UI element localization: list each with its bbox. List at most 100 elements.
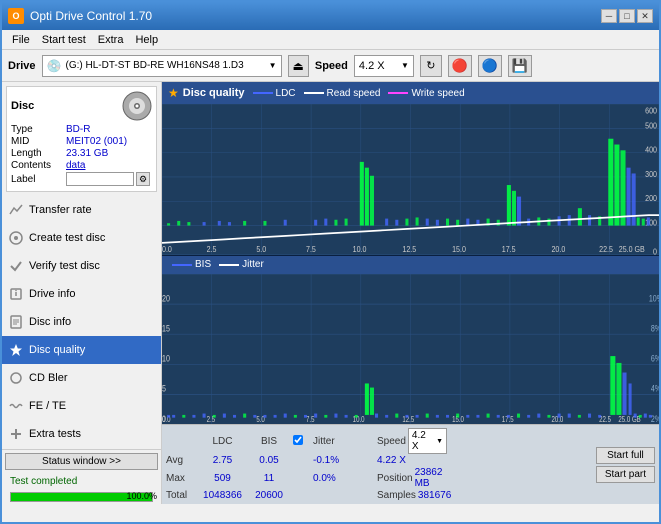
content-header: ★ Disc quality LDC Read speed Write spee… <box>162 82 659 104</box>
svg-text:25.0 GB: 25.0 GB <box>619 245 645 255</box>
fe-te-icon <box>8 398 24 414</box>
svg-text:200: 200 <box>645 194 657 204</box>
disc-info-icon <box>8 314 24 330</box>
nav-items: Transfer rate Create test disc Verify te… <box>2 196 161 449</box>
length-value: 23.31 GB <box>66 148 108 159</box>
create-test-disc-icon <box>8 230 24 246</box>
sidebar-item-disc-info[interactable]: Disc info <box>2 308 161 336</box>
sidebar-item-drive-info[interactable]: Drive info <box>2 280 161 308</box>
svg-text:12.5: 12.5 <box>402 245 416 255</box>
ldc-legend-label: LDC <box>276 88 296 99</box>
bis-jitter-header: BIS Jitter <box>162 256 659 274</box>
read-speed-legend-color <box>304 92 324 94</box>
menu-extra[interactable]: Extra <box>92 33 130 47</box>
svg-text:5: 5 <box>162 382 166 393</box>
eject-button[interactable]: ⏏ <box>288 55 309 77</box>
start-full-button[interactable]: Start full <box>596 447 655 464</box>
extra-tests-label: Extra tests <box>29 428 81 440</box>
max-bis: 11 <box>249 473 289 484</box>
samples-value: 381676 <box>418 490 451 501</box>
speed-select[interactable]: 4.2 X ▼ <box>354 55 414 77</box>
maximize-button[interactable]: □ <box>619 9 635 23</box>
samples-area: Samples 381676 <box>377 490 447 501</box>
menu-file[interactable]: File <box>6 33 36 47</box>
avg-label: Avg <box>166 455 196 466</box>
bis-header: BIS <box>249 436 289 447</box>
checkbox-jitter[interactable] <box>293 435 309 448</box>
bis-legend-color <box>172 264 192 266</box>
speed-area: Speed 4.2 X ▼ <box>377 428 447 454</box>
menu-start-test[interactable]: Start test <box>36 33 92 47</box>
ldc-legend-color <box>253 92 273 94</box>
title-bar: O Opti Drive Control 1.70 ─ □ ✕ <box>2 2 659 30</box>
sidebar-item-verify-test-disc[interactable]: Verify test disc <box>2 252 161 280</box>
svg-text:10.0: 10.0 <box>353 413 365 423</box>
svg-text:20.0: 20.0 <box>551 413 563 423</box>
bis-chart-svg: 0 5 10 15 20 2% 4% 6% 8% 10% 0.0 2.5 5.0… <box>162 274 659 425</box>
svg-text:500: 500 <box>645 121 657 131</box>
type-value: BD-R <box>66 124 90 135</box>
max-label: Max <box>166 473 196 484</box>
ldc-header: LDC <box>200 436 245 447</box>
speed-stat-select[interactable]: 4.2 X ▼ <box>408 428 447 454</box>
label-input[interactable] <box>66 172 134 186</box>
disc-info-label: Disc info <box>29 316 71 328</box>
disc-panel-title: Disc <box>11 100 34 112</box>
content-title: Disc quality <box>183 87 245 99</box>
svg-text:20: 20 <box>162 292 170 303</box>
action-btn-1[interactable]: 🔴 <box>448 55 472 77</box>
svg-text:15: 15 <box>162 322 170 333</box>
speed-refresh-button[interactable]: ↻ <box>420 55 442 77</box>
disc-quality-header-icon: ★ <box>168 86 179 100</box>
disc-quality-label: Disc quality <box>29 344 85 356</box>
action-btn-2[interactable]: 🔵 <box>478 55 502 77</box>
svg-text:6%: 6% <box>651 352 659 363</box>
minimize-button[interactable]: ─ <box>601 9 617 23</box>
sidebar-item-transfer-rate[interactable]: Transfer rate <box>2 196 161 224</box>
jitter-header: Jitter <box>313 436 373 447</box>
contents-label: Contents <box>11 160 66 171</box>
svg-text:20.0: 20.0 <box>551 245 565 255</box>
max-jitter: 0.0% <box>313 473 373 484</box>
total-ldc: 1048366 <box>200 490 245 501</box>
mid-label: MID <box>11 136 66 147</box>
ldc-chart: 0 100 200 300 400 500 600 2X 4X 6X 8X 10… <box>162 104 659 256</box>
speed-dropdown-arrow: ▼ <box>436 438 443 445</box>
save-button[interactable]: 💾 <box>508 55 532 77</box>
drive-bar: Drive 💿 (G:) HL-DT-ST BD-RE WH16NS48 1.D… <box>2 50 659 82</box>
menu-help[interactable]: Help <box>129 33 164 47</box>
position-value: 23862 MB <box>415 467 447 489</box>
sidebar-item-cd-bler[interactable]: CD Bler <box>2 364 161 392</box>
app-title: Opti Drive Control 1.70 <box>30 9 152 23</box>
read-speed-legend-label: Read speed <box>327 88 381 99</box>
svg-text:2%: 2% <box>651 412 659 423</box>
label-edit-button[interactable]: ⚙ <box>136 172 150 186</box>
start-part-button[interactable]: Start part <box>596 466 655 483</box>
sidebar-item-disc-quality[interactable]: Disc quality <box>2 336 161 364</box>
stats-bottom: LDC BIS Jitter Speed 4.2 X ▼ Avg <box>162 424 659 504</box>
extra-tests-icon <box>8 426 24 442</box>
svg-text:0.0: 0.0 <box>162 245 172 255</box>
app-icon: O <box>8 8 24 24</box>
sidebar-item-extra-tests[interactable]: Extra tests <box>2 420 161 448</box>
svg-text:400: 400 <box>645 145 657 155</box>
svg-text:0: 0 <box>653 247 657 254</box>
sidebar-item-fe-te[interactable]: FE / TE <box>2 392 161 420</box>
avg-ldc: 2.75 <box>200 455 245 466</box>
sidebar-item-create-test-disc[interactable]: Create test disc <box>2 224 161 252</box>
drive-select[interactable]: 💿 (G:) HL-DT-ST BD-RE WH16NS48 1.D3 ▼ <box>42 55 282 77</box>
status-window-button[interactable]: Status window >> <box>5 453 158 470</box>
jitter-legend-color <box>219 264 239 266</box>
position-area: Position 23862 MB <box>377 467 447 489</box>
bis-jitter-legend: BIS Jitter <box>172 259 264 270</box>
status-bar-area: Status window >> Test completed 100.0% <box>2 449 161 504</box>
svg-text:600: 600 <box>645 106 657 116</box>
svg-text:300: 300 <box>645 169 657 179</box>
close-button[interactable]: ✕ <box>637 9 653 23</box>
type-label: Type <box>11 124 66 135</box>
drive-select-text: (G:) HL-DT-ST BD-RE WH16NS48 1.D3 <box>65 60 264 71</box>
action-buttons: Start full Start part <box>596 447 655 483</box>
jitter-checkbox[interactable] <box>293 435 303 445</box>
avg-bis: 0.05 <box>249 455 289 466</box>
contents-value[interactable]: data <box>66 160 85 171</box>
